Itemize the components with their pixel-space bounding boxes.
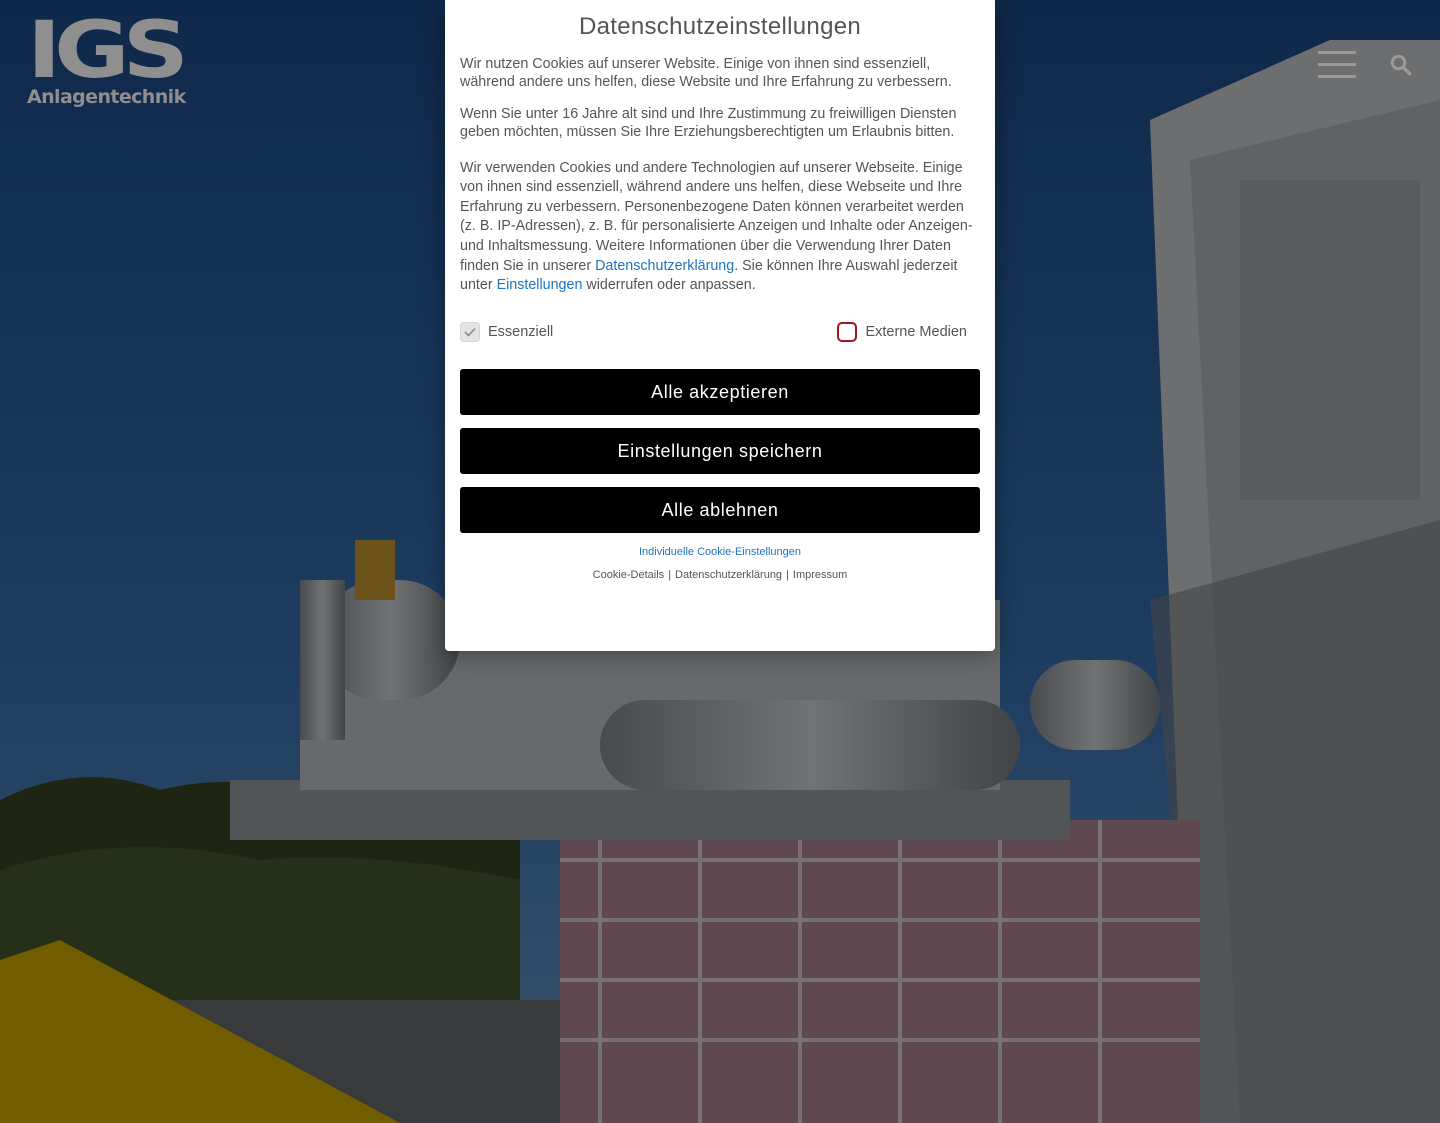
checkbox-essential-label: Essenziell	[488, 323, 554, 340]
details-text-part: widerrufen oder anpassen.	[582, 277, 756, 294]
privacy-policy-link[interactable]: Datenschutzerklärung	[595, 258, 734, 274]
checkbox-external-media-box[interactable]	[837, 321, 858, 342]
reject-all-button[interactable]: Alle ablehnen	[460, 486, 980, 533]
checkbox-external-media-label: Externe Medien	[865, 323, 967, 340]
checkbox-essential[interactable]: Essenziell	[460, 321, 554, 342]
save-settings-button[interactable]: Einstellungen speichern	[460, 427, 980, 474]
hamburger-icon[interactable]	[1318, 50, 1356, 80]
settings-link[interactable]: Einstellungen	[497, 277, 583, 293]
footer-privacy-link[interactable]: Datenschutzerklärung	[675, 569, 782, 581]
minor-notice-text: Wenn Sie unter 16 Jahre alt sind und Ihr…	[460, 105, 957, 141]
imprint-link[interactable]: Impressum	[793, 569, 847, 581]
dialog-title: Datenschutzeinstellungen	[578, 13, 862, 40]
hamburger-line	[1318, 51, 1356, 54]
link-separator: |	[668, 568, 672, 581]
footer-links: Cookie-Details | Datenschutzerklärung | Impr…	[460, 569, 980, 581]
hamburger-line	[1318, 75, 1356, 78]
individual-cookie-settings-link[interactable]: Individuelle Cookie-Einstellungen	[639, 546, 801, 558]
logo-mark: IGS	[27, 6, 189, 96]
cookie-details-link[interactable]: Cookie-Details	[593, 569, 665, 581]
intro-text: Wir nutzen Cookies auf unserer Website. …	[460, 56, 952, 91]
details-text: Wir verwenden Cookies und andere Technol…	[460, 159, 980, 296]
cookie-consent-dialog: Datenschutzeinstellungen Wir nutzen Cook…	[445, 0, 995, 651]
individual-settings-row: Individuelle Cookie-Einstellungen	[460, 546, 980, 558]
checkbox-essential-box[interactable]	[460, 321, 480, 342]
site-logo[interactable]: IGS Anlagentechnik	[27, 12, 189, 110]
consent-checkboxes: Essenziell Externe Medien	[460, 321, 980, 344]
checkmark-icon	[464, 327, 476, 337]
accept-all-button[interactable]: Alle akzeptieren	[460, 368, 980, 415]
checkbox-external-media[interactable]: Externe Medien	[837, 321, 967, 342]
search-icon[interactable]	[1390, 54, 1412, 76]
hamburger-line	[1318, 63, 1356, 66]
link-separator: |	[786, 568, 789, 581]
search-glyph	[1390, 54, 1412, 76]
details-text-part: Wir verwenden Cookies und andere Technol…	[460, 159, 973, 274]
